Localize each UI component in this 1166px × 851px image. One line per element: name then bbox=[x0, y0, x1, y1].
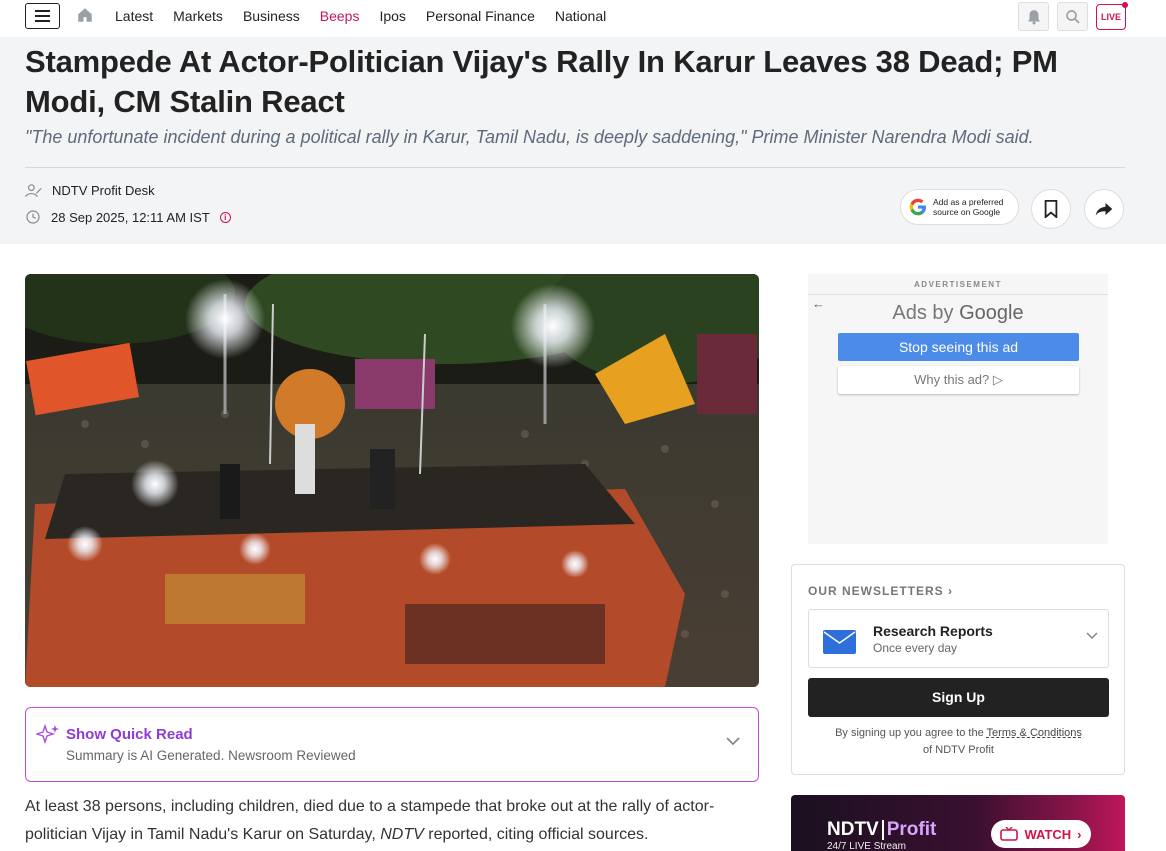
chevron-down-icon bbox=[1086, 632, 1098, 640]
nav-link-latest[interactable]: Latest bbox=[115, 8, 153, 24]
newsletter-heading-text: OUR NEWSLETTERS bbox=[808, 584, 944, 598]
home-icon[interactable] bbox=[76, 6, 94, 24]
mail-icon bbox=[823, 630, 856, 654]
why-this-ad-button[interactable]: Why this ad? ▷ bbox=[838, 366, 1079, 394]
live-label: LIVE bbox=[1100, 11, 1121, 22]
watch-live-banner[interactable]: NDTV Profit 24/7 LIVE Stream WATCH › bbox=[791, 795, 1125, 851]
ad-divider bbox=[808, 294, 1108, 295]
brand-profit-text: Profit bbox=[886, 819, 937, 840]
nav-link-markets[interactable]: Markets bbox=[173, 8, 223, 24]
article-paragraph: At least 38 persons, including children,… bbox=[25, 793, 759, 849]
search-button[interactable] bbox=[1057, 2, 1088, 31]
bell-icon bbox=[1027, 9, 1040, 24]
newsletter-widget: OUR NEWSLETTERS › Research Reports Once … bbox=[791, 564, 1125, 775]
google-pref-text: Add as a preferred source on Google bbox=[933, 197, 1003, 217]
newsletter-frequency: Once every day bbox=[873, 641, 958, 655]
byline: NDTV Profit Desk bbox=[25, 183, 155, 198]
live-stream-label: 24/7 LIVE Stream bbox=[827, 841, 906, 851]
author-icon bbox=[25, 184, 42, 198]
hero-image[interactable] bbox=[25, 274, 759, 687]
advertisement: ADVERTISEMENT ← Ads by Google Stop seein… bbox=[808, 274, 1108, 544]
ads-google-text: Google bbox=[959, 302, 1024, 324]
google-pref-line2: source on Google bbox=[933, 207, 1001, 217]
nav-links: Latest Markets Business Beeps Ipos Perso… bbox=[115, 0, 626, 32]
ad-label: ADVERTISEMENT bbox=[914, 280, 1002, 289]
watch-button[interactable]: WATCH › bbox=[991, 820, 1091, 848]
newsletter-title: Research Reports bbox=[873, 623, 993, 639]
headline: Stampede At Actor-Politician Vijay's Ral… bbox=[25, 44, 1058, 119]
sign-up-button[interactable]: Sign Up bbox=[808, 678, 1109, 717]
ndtv-profit-logo: NDTV Profit bbox=[827, 819, 936, 841]
rally-photo bbox=[25, 274, 759, 687]
info-icon[interactable]: i bbox=[219, 211, 231, 223]
bookmark-icon bbox=[1044, 200, 1058, 218]
dateline: 28 Sep 2025, 12:11 AM IST i bbox=[25, 209, 231, 225]
terms-prefix: By signing up you agree to the bbox=[835, 727, 987, 739]
notification-button[interactable] bbox=[1018, 2, 1049, 31]
share-button[interactable] bbox=[1084, 189, 1124, 229]
body-text-em: NDTV bbox=[380, 826, 424, 843]
terms-suffix: of NDTV Profit bbox=[923, 744, 994, 756]
subheadline: "The unfortunate incident during a polit… bbox=[25, 127, 1034, 147]
nav-link-personal-finance[interactable]: Personal Finance bbox=[426, 8, 535, 24]
newsletter-heading[interactable]: OUR NEWSLETTERS › bbox=[808, 584, 953, 598]
google-preferred-source-button[interactable]: Add as a preferred source on Google bbox=[900, 189, 1019, 225]
google-icon bbox=[909, 198, 926, 216]
sparkle-icon bbox=[36, 724, 59, 745]
ads-by-text: Ads by bbox=[892, 302, 954, 324]
terms-link[interactable]: Terms & Conditions bbox=[987, 727, 1082, 739]
body-text-b: reported, citing official sources. bbox=[423, 826, 649, 843]
top-nav: Latest Markets Business Beeps Ipos Perso… bbox=[0, 0, 1166, 34]
nav-right: LIVE bbox=[1018, 1, 1128, 31]
clock-icon bbox=[26, 210, 40, 224]
nav-link-business[interactable]: Business bbox=[243, 8, 300, 24]
bookmark-button[interactable] bbox=[1031, 189, 1071, 229]
quick-read-title: Show Quick Read bbox=[66, 726, 193, 743]
live-button[interactable]: LIVE bbox=[1096, 1, 1128, 30]
menu-button[interactable] bbox=[25, 3, 60, 29]
watch-label: WATCH bbox=[1024, 826, 1072, 842]
quick-read-toggle[interactable]: Show Quick Read Summary is AI Generated.… bbox=[25, 707, 759, 782]
chevron-down-icon bbox=[726, 737, 740, 746]
search-icon bbox=[1065, 9, 1080, 24]
nav-link-national[interactable]: National bbox=[555, 8, 606, 24]
logo-divider bbox=[881, 819, 884, 840]
author-name[interactable]: NDTV Profit Desk bbox=[52, 183, 155, 198]
header-divider bbox=[25, 167, 1125, 168]
brand-text: NDTV bbox=[827, 819, 879, 840]
publish-date: 28 Sep 2025, 12:11 AM IST bbox=[51, 209, 210, 225]
stop-seeing-ad-button[interactable]: Stop seeing this ad bbox=[838, 333, 1079, 361]
chevron-right-icon: › bbox=[1077, 826, 1082, 842]
tv-icon bbox=[1000, 827, 1019, 841]
newsletter-terms: By signing up you agree to the Terms & C… bbox=[808, 725, 1109, 759]
share-icon bbox=[1095, 203, 1113, 216]
google-pref-line1: Add as a preferred bbox=[933, 197, 1004, 207]
nav-link-beeps[interactable]: Beeps bbox=[320, 8, 360, 24]
chevron-right-icon: › bbox=[948, 584, 954, 598]
nav-link-ipos[interactable]: Ipos bbox=[379, 8, 405, 24]
live-dot-icon bbox=[1122, 1, 1128, 8]
newsletter-select[interactable]: Research Reports Once every day bbox=[808, 609, 1109, 668]
quick-read-subtitle: Summary is AI Generated. Newsroom Review… bbox=[66, 748, 356, 763]
ads-by-google: Ads by Google bbox=[808, 302, 1108, 325]
